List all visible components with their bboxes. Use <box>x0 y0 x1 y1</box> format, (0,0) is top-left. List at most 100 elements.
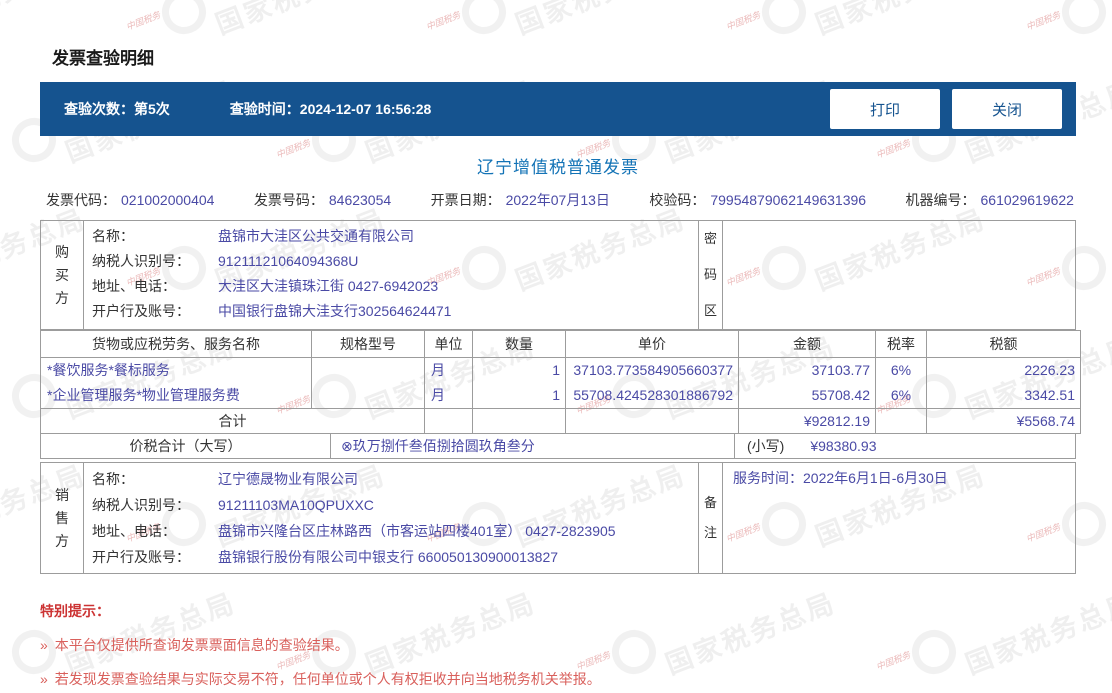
buyer-name-label: 名称： <box>92 228 134 244</box>
buyer-rows: 名称： 盘锦市大洼区公共交通有限公司 纳税人识别号： 912111210640943… <box>84 221 698 329</box>
invoice-checksum-label: 校验码： <box>649 192 706 208</box>
check-time-value: 2024-12-07 16:56:28 <box>299 101 432 117</box>
items-table: 货物或应税劳务、服务名称 规格型号 单位 数量 单价 金额 税率 税额 *餐饮服… <box>40 330 1081 434</box>
invoice-date: 开票日期： 2022年07月13日 <box>431 190 610 210</box>
password-area-content <box>723 221 1075 329</box>
buyer-bank-value: 中国银行盘锦大洼支行302564624471 <box>218 303 452 319</box>
remark-content: 服务时间：2022年6月1日-6月30日 <box>733 470 948 486</box>
invoice-date-label: 开票日期： <box>430 192 501 208</box>
seller-bank-value: 盘锦银行股份有限公司中银支行 660050130900013827 <box>218 549 559 565</box>
invoice-meta-row: 发票代码： 021002000404 发票号码： 84623054 开票日期： 202… <box>46 190 1074 210</box>
total-rate-cell <box>875 408 927 434</box>
remark-label: 备注 <box>698 463 723 573</box>
buyer-box: 购买方 名称： 盘锦市大洼区公共交通有限公司 纳税人识别号： 91211121064… <box>40 220 1076 330</box>
column-header-rate: 税率 <box>875 330 927 358</box>
item-price-cell: 37103.773584905660377 55708.424528301886… <box>565 357 739 409</box>
item-rate-cell: 6% 6% <box>875 357 927 409</box>
notice-bullet: » <box>40 671 48 687</box>
column-header-name: 货物或应税劳务、服务名称 <box>40 330 312 358</box>
item-unit-cell: 月 月 <box>424 357 473 409</box>
seller-taxid-row: 纳税人识别号： 91211103MA10QPUXXC <box>84 492 698 518</box>
check-count-label: 查验次数： <box>64 101 134 117</box>
buyer-bank-label: 开户行及账号： <box>92 303 190 319</box>
buyer-bank-row: 开户行及账号： 中国银行盘锦大洼支行302564624471 <box>84 299 698 324</box>
check-time-label: 查验时间： <box>229 101 300 117</box>
invoice-number-value: 84623054 <box>328 192 392 208</box>
item-spec-cell <box>311 357 425 409</box>
seller-name-value: 辽宁德晟物业有限公司 <box>218 471 358 487</box>
seller-name-label: 名称： <box>92 471 134 487</box>
close-button[interactable]: 关闭 <box>952 89 1062 129</box>
column-header-spec: 规格型号 <box>311 330 425 358</box>
seller-address-row: 地址、电话： 盘锦市兴隆台区庄林路西（市客运站四楼401室） 0427-28239… <box>84 518 698 544</box>
page-title: 发票查验明细 <box>52 49 154 68</box>
grand-total-words: ⊗玖万捌仟叁佰捌拾圆玖角叁分 <box>331 434 735 458</box>
notice-title: 特别提示： <box>40 603 110 619</box>
column-header-amount: 金额 <box>738 330 876 358</box>
machine-number-value: 661029619622 <box>980 192 1074 208</box>
buyer-address-row: 地址、电话： 大洼区大洼镇珠江街 0427-6942023 <box>84 274 698 299</box>
grand-total-small-label: (小写) <box>747 438 785 454</box>
column-header-unit: 单位 <box>424 330 473 358</box>
invoice-code-value: 021002000404 <box>121 192 215 208</box>
buyer-address-label: 地址、电话： <box>92 278 176 294</box>
notice-section: 特别提示： » 本平台仅提供所查询发票票面信息的查验结果。 » 若发现发票查验结果与… <box>40 601 1076 689</box>
item-qty-cell: 1 1 <box>472 357 566 409</box>
buyer-taxid-row: 纳税人识别号： 91211121064094368U <box>84 249 698 274</box>
seller-address-label: 地址、电话： <box>92 523 176 539</box>
invoice-checksum-value: 79954879062149631396 <box>710 192 867 208</box>
notice-item-text: 本平台仅提供所查询发票票面信息的查验结果。 <box>54 637 349 653</box>
items-total-row: 合计 ¥92812.19 ¥5568.74 <box>40 408 1081 434</box>
total-amount: ¥92812.19 <box>738 408 876 434</box>
grand-total-label: 价税合计（大写） <box>41 434 331 458</box>
seller-rows: 名称： 辽宁德晟物业有限公司 纳税人识别号： 91211103MA10QPUXXC … <box>84 463 698 573</box>
toolbar: 查验次数： 第5次 查验时间： 2024-12-07 16:56:28 打印 关… <box>40 82 1076 136</box>
notice-item-text: 若发现发票查验结果与实际交易不符，任何单位或个人有权拒收并向当地税务机关举报。 <box>54 671 601 687</box>
seller-bank-row: 开户行及账号： 盘锦银行股份有限公司中银支行 660050130900013827 <box>84 544 698 570</box>
machine-number-label: 机器编号： <box>905 192 976 208</box>
seller-taxid-value: 91211103MA10QPUXXC <box>218 497 374 513</box>
buyer-name-row: 名称： 盘锦市大洼区公共交通有限公司 <box>84 224 698 249</box>
total-price-cell <box>565 408 739 434</box>
buyer-name-value: 盘锦市大洼区公共交通有限公司 <box>218 228 414 244</box>
password-area-label: 密码区 <box>698 221 723 329</box>
notice-item: » 本平台仅提供所查询发票票面信息的查验结果。 <box>40 635 1076 655</box>
column-header-price: 单价 <box>565 330 739 358</box>
total-qty-cell <box>472 408 566 434</box>
check-count: 查验次数： 第5次 <box>64 99 170 119</box>
column-header-tax: 税额 <box>926 330 1081 358</box>
invoice-code-label: 发票代码： <box>46 192 116 208</box>
total-label: 合计 <box>40 408 425 434</box>
buyer-taxid-value: 91211121064094368U <box>218 253 359 269</box>
invoice-number: 发票号码： 84623054 <box>254 190 391 210</box>
invoice-code: 发票代码： 021002000404 <box>46 190 214 210</box>
machine-number: 机器编号： 661029619622 <box>906 190 1074 210</box>
check-time: 查验时间： 2024-12-07 16:56:28 <box>230 99 432 119</box>
invoice-checksum: 校验码： 79954879062149631396 <box>649 190 866 210</box>
invoice-title: 辽宁增值税普通发票 <box>477 158 639 177</box>
seller-taxid-label: 纳税人识别号： <box>92 497 190 513</box>
item-name-cell: *餐饮服务*餐标服务 *企业管理服务*物业管理服务费 <box>40 357 312 409</box>
total-tax: ¥5568.74 <box>926 408 1081 434</box>
buyer-side-label: 购买方 <box>41 221 84 329</box>
print-button[interactable]: 打印 <box>830 89 940 129</box>
check-count-value: 第5次 <box>134 101 170 117</box>
items-body-row: *餐饮服务*餐标服务 *企业管理服务*物业管理服务费 月 月 1 1 37103… <box>40 357 1081 409</box>
grand-total-small: (小写) ¥98380.93 <box>735 434 1075 458</box>
notice-bullet: » <box>40 637 48 653</box>
grand-total-small-value: ¥98380.93 <box>810 438 877 454</box>
grand-total-row: 价税合计（大写） ⊗玖万捌仟叁佰捌拾圆玖角叁分 (小写) ¥98380.93 <box>40 434 1076 459</box>
invoice-verification-page: 发票查验明细 查验次数： 第5次 查验时间： 2024-12-07 16:56:… <box>0 0 1112 689</box>
column-header-qty: 数量 <box>472 330 566 358</box>
item-amount-cell: 37103.77 55708.42 <box>738 357 876 409</box>
invoice-date-value: 2022年07月13日 <box>505 192 610 208</box>
item-tax-cell: 2226.23 3342.51 <box>926 357 1081 409</box>
buyer-address-value: 大洼区大洼镇珠江街 0427-6942023 <box>218 278 439 294</box>
seller-address-value: 盘锦市兴隆台区庄林路西（市客运站四楼401室） 0427-2823905 <box>218 523 616 539</box>
buyer-taxid-label: 纳税人识别号： <box>92 253 190 269</box>
seller-bank-label: 开户行及账号： <box>92 549 190 565</box>
seller-name-row: 名称： 辽宁德晟物业有限公司 <box>84 466 698 492</box>
notice-item: » 若发现发票查验结果与实际交易不符，任何单位或个人有权拒收并向当地税务机关举报。 <box>40 669 1076 689</box>
seller-side-label: 销售方 <box>41 463 84 573</box>
invoice-number-label: 发票号码： <box>253 192 324 208</box>
